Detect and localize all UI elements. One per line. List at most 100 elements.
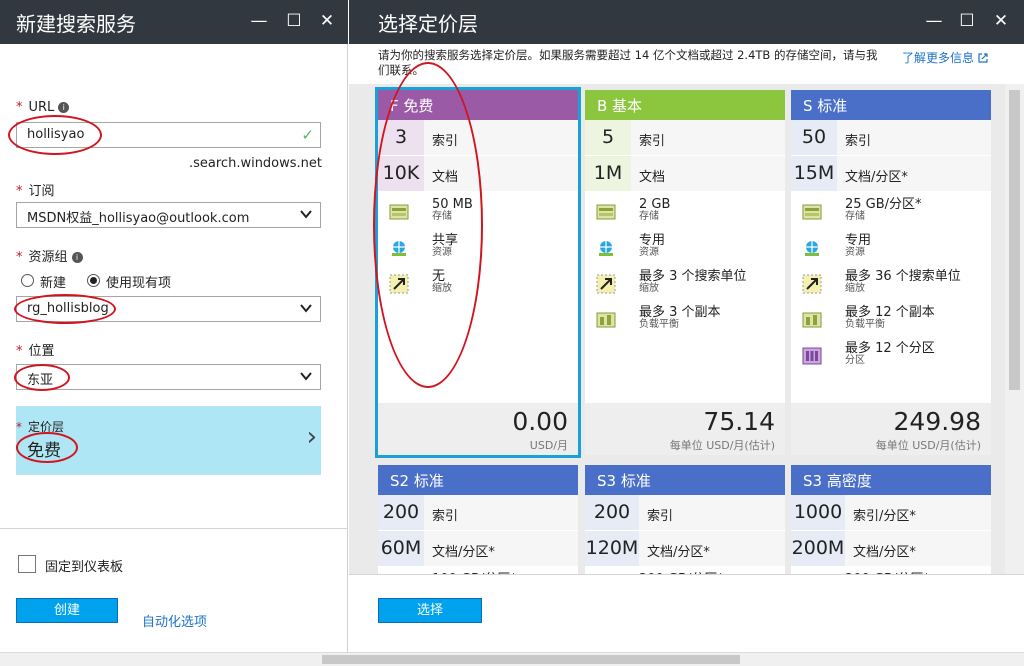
documents-label: 文档/分区* <box>647 545 710 560</box>
price-value: 0.00 <box>512 407 568 436</box>
indexes-label: 索引 <box>639 134 666 149</box>
feature-caption: 存储 <box>845 211 865 222</box>
indexes-label: 索引 <box>432 509 459 524</box>
url-label: * URL i <box>16 100 70 115</box>
radio-use-existing[interactable] <box>87 274 100 287</box>
chevron-down-icon <box>300 304 312 313</box>
new-search-service-blade: 新建搜索服务 — ☐ ✕ * URL i hollisyao ✓ .search.w… <box>0 0 348 652</box>
feature-value: 最多 12 个副本 <box>845 305 935 320</box>
documents-row: 10K 文档 <box>378 156 578 192</box>
feature-caption: 负载平衡 <box>639 319 679 330</box>
feature-value: 专用 <box>845 233 872 248</box>
price-box: 0.00 USD/月 <box>378 403 578 455</box>
feature-value: 50 MB <box>432 197 473 212</box>
tier-name: S3 标准 <box>585 465 785 495</box>
url-value: hollisyao <box>27 127 85 142</box>
tier-card[interactable]: S3 高密度 1000 索引/分区* 200M 文档/分区* 200 GB/分区… <box>791 465 991 574</box>
resource-group-select[interactable]: rg_hollisblog <box>16 296 321 322</box>
tier-name: S3 高密度 <box>791 465 991 495</box>
feature-caption: 缩放 <box>639 283 659 294</box>
automation-options-link[interactable]: 自动化选项 <box>142 611 207 630</box>
feature-row: 专用 资源 <box>585 230 785 266</box>
documents-row: 120M 文档/分区* <box>585 531 785 567</box>
load-balance-icon <box>596 310 616 330</box>
storage-icon <box>802 202 822 222</box>
feature-value: 无 <box>432 269 446 284</box>
feature-value: 最多 3 个副本 <box>639 305 721 320</box>
feature-row: 无 缩放 <box>378 266 578 302</box>
feature-value: 最多 36 个搜索单位 <box>845 269 961 284</box>
close-icon[interactable]: ✕ <box>990 10 1012 32</box>
storage-icon <box>389 202 409 222</box>
indexes-label: 索引/分区* <box>853 509 916 524</box>
scale-icon <box>596 274 616 294</box>
subscription-select[interactable]: MSDN权益_hollisyao@outlook.com <box>16 202 321 228</box>
price-box: 75.14 每单位 USD/月(估计) <box>585 403 785 455</box>
horizontal-scrollbar[interactable] <box>0 652 1024 666</box>
indexes-row: 50 索引 <box>791 120 991 156</box>
feature-caption: 资源 <box>639 247 659 258</box>
scrollbar-thumb[interactable] <box>322 655 740 664</box>
feature-row: 最多 3 个搜索单位 缩放 <box>585 266 785 302</box>
tier-name: S 标准 <box>791 90 991 120</box>
tier-card[interactable]: S 标准 50 索引 15M 文档/分区* 25 GB/分区* 存储 专用 资源… <box>791 90 991 455</box>
partition-icon <box>802 346 822 366</box>
feature-row: 共享 资源 <box>378 230 578 266</box>
pricing-tier-selector[interactable]: * 定价层 免费 › <box>16 406 321 475</box>
pin-to-dashboard-checkbox[interactable] <box>18 555 36 573</box>
feature-row: 2 GB 存储 <box>585 194 785 230</box>
info-icon[interactable]: i <box>71 252 83 263</box>
feature-caption: 资源 <box>432 247 452 258</box>
pin-to-dashboard-label: 固定到仪表板 <box>45 560 124 575</box>
create-button[interactable]: 创建 <box>16 598 118 623</box>
radio-new[interactable] <box>21 274 34 287</box>
select-button[interactable]: 选择 <box>378 598 482 623</box>
maximize-icon[interactable]: ☐ <box>956 10 978 32</box>
indexes-row: 1000 索引/分区* <box>791 495 991 531</box>
feature-row: 50 MB 存储 <box>378 194 578 230</box>
indexes-row: 3 索引 <box>378 120 578 156</box>
documents-count: 10K <box>378 156 424 191</box>
feature-value: 最多 3 个搜索单位 <box>639 269 747 284</box>
feature-caption: 存储 <box>639 211 659 222</box>
tier-card[interactable]: B 基本 5 索引 1M 文档 2 GB 存储 专用 资源 最多 3 个搜索单位… <box>585 90 785 455</box>
location-select[interactable]: 东亚 <box>16 364 321 390</box>
maximize-icon[interactable]: ☐ <box>283 10 305 32</box>
scrollbar-thumb[interactable] <box>1009 90 1020 390</box>
feature-row: 25 GB/分区* 存储 <box>791 194 991 230</box>
tier-name: F 免费 <box>378 90 578 120</box>
feature-caption: 分区 <box>845 355 865 366</box>
learn-more-link[interactable]: 了解更多信息 <box>902 49 988 66</box>
documents-label: 文档/分区* <box>853 545 916 560</box>
resource-group-value: rg_hollisblog <box>27 301 109 316</box>
url-input[interactable]: hollisyao ✓ <box>16 122 321 148</box>
tier-name: S2 标准 <box>378 465 578 495</box>
dedicated-resource-icon <box>802 238 822 258</box>
external-link-icon <box>978 53 988 63</box>
documents-count: 200M <box>791 531 845 566</box>
tier-card[interactable]: F 免费 3 索引 10K 文档 50 MB 存储 共享 资源 无 缩放 0.0… <box>375 87 581 458</box>
feature-value: 最多 12 个分区 <box>845 341 935 356</box>
feature-row: 最多 3 个副本 负载平衡 <box>585 302 785 338</box>
pricing-tier-label: * 定价层 <box>16 420 65 434</box>
documents-count: 60M <box>378 531 424 566</box>
pricing-tier-blade: 选择定价层 — ☐ ✕ 请为你的搜索服务选择定价层。如果服务需要超过 14 亿个… <box>349 0 1024 652</box>
indexes-label: 索引 <box>845 134 872 149</box>
tier-card[interactable]: S2 标准 200 索引 60M 文档/分区* 100 GB/分区* 存储 <box>378 465 578 574</box>
blade-header: 选择定价层 — ☐ ✕ <box>349 0 1024 44</box>
minimize-icon[interactable]: — <box>248 10 270 32</box>
valid-check-icon: ✓ <box>301 126 314 144</box>
vertical-scrollbar[interactable] <box>1005 84 1024 574</box>
info-icon[interactable]: i <box>58 102 70 113</box>
tier-name: B 基本 <box>585 90 785 120</box>
indexes-row: 5 索引 <box>585 120 785 156</box>
minimize-icon[interactable]: — <box>923 10 945 32</box>
url-suffix: .search.windows.net <box>189 156 323 171</box>
feature-value: 专用 <box>639 233 666 248</box>
feature-caption: 缩放 <box>432 283 452 294</box>
documents-row: 15M 文档/分区* <box>791 156 991 192</box>
tier-card[interactable]: S3 标准 200 索引 120M 文档/分区* 200 GB/分区* 存储 <box>585 465 785 574</box>
location-label: * 位置 <box>16 344 55 359</box>
close-icon[interactable]: ✕ <box>316 10 338 32</box>
scale-icon <box>802 274 822 294</box>
